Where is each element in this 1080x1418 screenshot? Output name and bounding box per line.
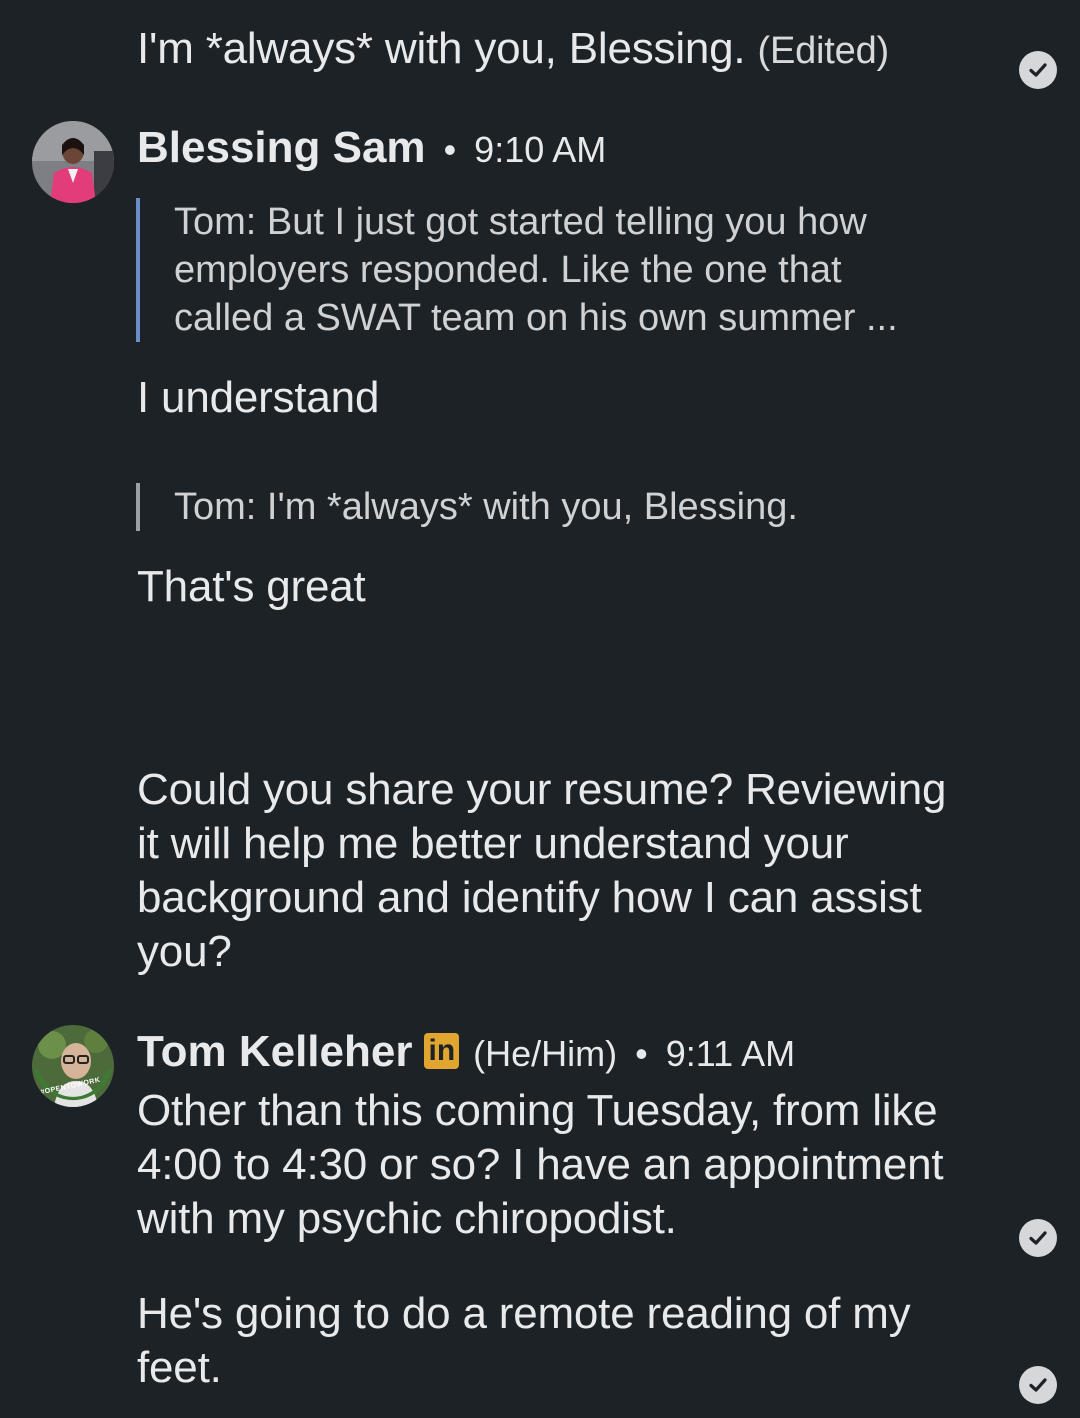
edited-label: (Edited) <box>757 30 890 72</box>
message-text: Could you share your resume? Reviewing i… <box>137 765 947 976</box>
message-time: 9:11 AM <box>665 1033 796 1074</box>
message-text: Other than this coming Tuesday, from lik… <box>137 1086 944 1243</box>
message-text: He's going to do a remote reading of my … <box>137 1289 911 1392</box>
quoted-text: Tom: I'm *always* with you, Blessing. <box>174 486 798 528</box>
check-circle-icon <box>1019 1366 1057 1404</box>
linkedin-premium-icon: in <box>424 1033 460 1069</box>
message-text: That's great <box>137 562 366 611</box>
quoted-text: Tom: But I just got started telling you … <box>174 201 898 339</box>
avatar-tom-kelleher[interactable]: #OPENTOWORK <box>32 1025 114 1107</box>
quoted-message[interactable]: Tom: I'm *always* with you, Blessing. <box>136 483 934 531</box>
avatar-blessing-sam[interactable] <box>32 121 114 203</box>
message-text: I understand <box>137 373 380 422</box>
quoted-message[interactable]: Tom: But I just got started telling you … <box>136 198 934 342</box>
message-time: 9:10 AM <box>474 129 607 170</box>
sender-name[interactable]: Tom Kelleher <box>137 1027 412 1076</box>
separator-dot: • <box>635 1033 648 1074</box>
pronouns: (He/Him) <box>473 1033 618 1074</box>
check-circle-icon <box>1019 51 1057 89</box>
message-body: I'm *always* with you, Blessing. <box>137 24 746 73</box>
sender-header-tom: Tom Kelleher in (He/Him) • 9:11 AM <box>137 1025 795 1081</box>
sender-header-blessing: Blessing Sam • 9:10 AM <box>137 121 606 177</box>
sender-name[interactable]: Blessing Sam <box>137 123 426 172</box>
check-circle-icon <box>1019 1219 1057 1257</box>
message-text: I'm *always* with you, Blessing. (Edited… <box>137 22 967 78</box>
separator-dot: • <box>443 129 457 170</box>
